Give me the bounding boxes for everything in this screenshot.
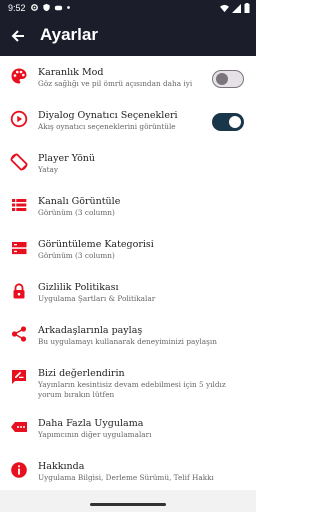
game-notification-icon [54,5,63,11]
setting-label: Arkadaşlarınla paylaş [38,325,143,336]
wifi-icon [220,4,229,12]
setting-channel-view[interactable]: Kanalı Görüntüle Görünüm (3 column) [0,185,256,228]
setting-description: Görünüm (3 column) [38,251,115,260]
setting-label: Player Yönü [38,153,96,164]
setting-more-apps[interactable]: Daha Fazla Uygulama Yapımcının diğer uyg… [0,407,256,450]
setting-player-options[interactable]: Diyalog Oynatıcı Seçenekleri Akış oynatı… [0,99,256,142]
setting-category-view[interactable]: Görüntüleme Kategorisi Görünüm (3 column… [0,228,256,271]
setting-label: Kanalı Görüntüle [38,196,121,207]
setting-player-orientation[interactable]: Player Yönü Yatay [0,142,256,185]
status-bar: 9:52 [0,0,256,16]
home-gesture-pill[interactable] [90,503,166,506]
gear-notification-icon [31,4,38,11]
system-nav-bar [0,490,256,512]
notification-dot-icon [67,6,70,9]
page-title: Ayarlar [40,25,98,44]
setting-description: Bu uygulamayı kullanarak deneyiminizi pa… [38,337,217,346]
app-bar: Ayarlar [0,16,256,56]
info-icon [11,462,27,478]
palette-icon [11,68,27,84]
setting-label: Daha Fazla Uygulama [38,418,144,429]
signal-icon [232,3,241,13]
setting-about[interactable]: Hakkında Uygulama Bilgisi, Derleme Sürüm… [0,450,256,493]
back-arrow-icon[interactable] [10,28,26,44]
view-stream-icon [12,242,27,255]
setting-label: Görüntüleme Kategorisi [38,239,154,250]
setting-label: Hakkında [38,461,85,472]
toggle-knob [229,116,241,128]
setting-rate-us[interactable]: Bizi değerlendirin Yayınların kesintisiz… [0,357,256,407]
battery-icon [244,3,250,13]
screen-rotation-icon [10,153,28,171]
toggle-knob [216,72,228,85]
play-circle-icon [10,110,28,128]
rate-review-icon [12,370,26,384]
player-options-toggle[interactable] [212,113,244,131]
lock-icon [13,283,25,299]
setting-dark-mode[interactable]: Karanlık Mod Göz sağlığı ve pil ömrü açı… [0,56,256,99]
shield-notification-icon [43,3,50,12]
setting-description: Yatay [38,165,59,174]
more-apps-tag-icon [11,422,27,432]
setting-description: Yayınların kesintisiz devam edebilmesi i… [38,380,226,399]
setting-description: Yapımcının diğer uygulamaları [38,430,152,439]
setting-privacy-policy[interactable]: Gizlilik Politikası Uygulama Şartları & … [0,271,256,314]
setting-label: Bizi değerlendirin [38,368,125,379]
setting-description: Uygulama Bilgisi, Derleme Sürümü, Telif … [38,473,214,482]
status-time: 9:52 [8,3,26,13]
view-list-icon [12,199,27,211]
setting-share[interactable]: Arkadaşlarınla paylaş Bu uygulamayı kull… [0,314,256,357]
setting-description: Uygulama Şartları & Politikalar [38,294,156,303]
share-icon [11,326,27,342]
settings-list: Karanlık Mod Göz sağlığı ve pil ömrü açı… [0,56,256,493]
setting-label: Gizlilik Politikası [38,282,119,293]
dark-mode-toggle[interactable] [212,70,244,88]
setting-description: Görünüm (3 column) [38,208,115,217]
